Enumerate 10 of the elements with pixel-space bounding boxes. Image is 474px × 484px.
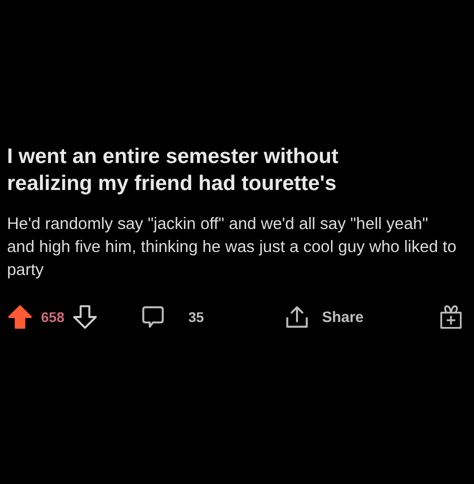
comment-count: 35 <box>188 309 204 325</box>
comment-icon[interactable] <box>140 304 166 330</box>
share-button[interactable]: Share <box>284 304 364 330</box>
post-title: I went an entire semester without realizing my friend had tourette's <box>7 144 340 197</box>
post-body: He'd randomly say "jackin off" and we'd all say "hell yeah" and high five him, thinking he was just a cool guy who liked to party <box>7 214 457 281</box>
vote-score: 658 <box>41 309 64 325</box>
upvote-icon[interactable] <box>7 304 33 330</box>
downvote-icon[interactable] <box>72 304 98 330</box>
award-icon[interactable] <box>438 304 464 330</box>
share-icon <box>284 304 310 330</box>
